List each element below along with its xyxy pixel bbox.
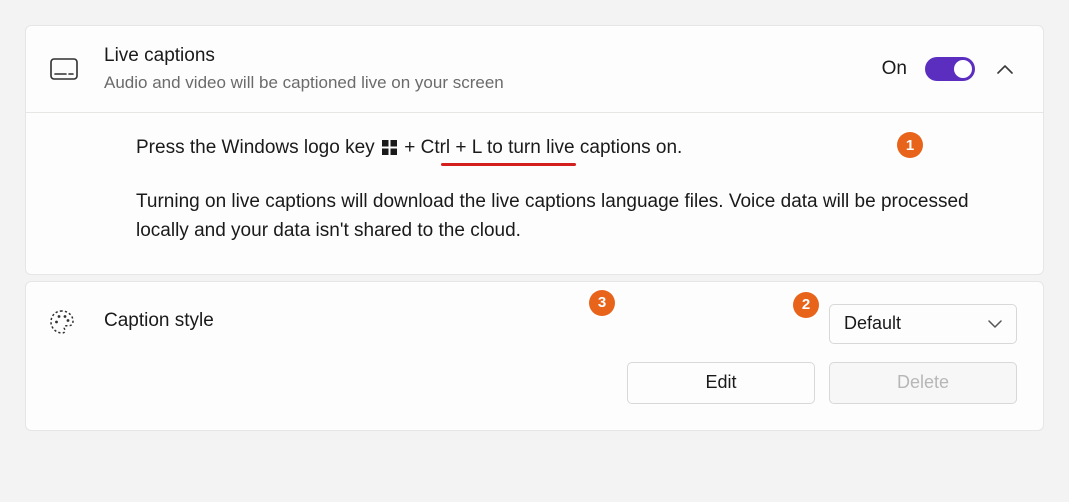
shortcut-prefix: Press the Windows logo key [136,137,380,158]
delete-button-label: Delete [897,372,949,393]
edit-button[interactable]: Edit [627,362,815,404]
annotation-underline [441,163,576,166]
caption-style-label: Caption style [104,304,603,332]
caption-style-card: Caption style 2 Default 3 Edit Delete [25,281,1044,431]
shortcut-suffix: to turn live captions on. [482,137,683,158]
live-captions-card: Live captions Audio and video will be ca… [25,25,1044,275]
annotation-1: 1 [897,132,923,158]
live-captions-body: Press the Windows logo key + Ctrl + L to… [26,113,1043,273]
shortcut-combo: + Ctrl + L [399,137,482,158]
captions-icon [48,58,80,80]
windows-logo-icon [382,135,397,164]
live-captions-header[interactable]: Live captions Audio and video will be ca… [26,26,1043,112]
live-captions-subtitle: Audio and video will be captioned live o… [104,71,858,95]
palette-icon [48,308,80,336]
annotation-3: 3 [589,290,615,316]
delete-button[interactable]: Delete [829,362,1017,404]
live-captions-title: Live captions [104,44,858,69]
toggle-knob [954,60,972,78]
annotation-2: 2 [793,292,819,318]
chevron-up-icon[interactable] [993,57,1017,81]
live-captions-toggle[interactable] [925,57,975,81]
info-paragraph: Turning on live captions will download t… [136,187,1011,246]
toggle-state-label: On [882,58,907,80]
shortcut-paragraph: Press the Windows logo key + Ctrl + L to… [136,133,1011,164]
edit-button-label: Edit [705,372,736,393]
select-value: Default [844,313,901,334]
chevron-down-icon [988,313,1002,334]
caption-style-select[interactable]: Default [829,304,1017,344]
